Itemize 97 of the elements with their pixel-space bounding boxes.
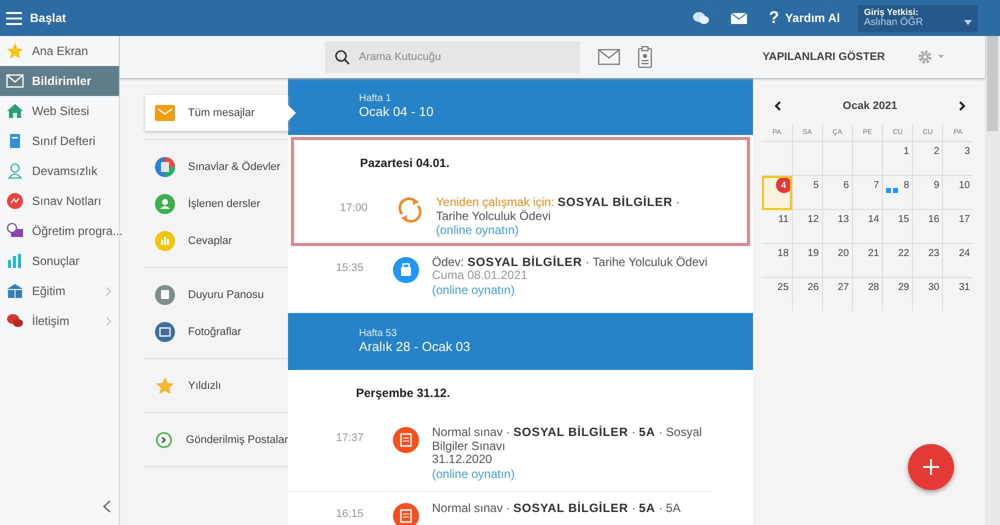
calendar-day[interactable]: 20 <box>822 244 852 278</box>
folder-item[interactable]: Yıldızlı <box>145 367 288 404</box>
folder-item[interactable]: Cevaplar <box>145 222 288 259</box>
entry-time: 17:37 <box>336 431 365 446</box>
sidebar-item[interactable]: Sınıf Defteri <box>0 126 119 156</box>
envelope-icon[interactable] <box>598 49 620 65</box>
menu-label[interactable]: Başlat <box>30 11 66 25</box>
bag-icon <box>392 256 420 284</box>
menu-icon[interactable] <box>6 12 22 24</box>
entry-text: Yeniden çalışmak için: SOSYAL BİLGİLER · Tarihe Yolculuk Ödevi <box>436 196 681 223</box>
plus-icon <box>923 459 939 475</box>
sidebar-item[interactable]: Bildirimler <box>0 66 119 96</box>
folder-item[interactable]: Sınavlar & Ödevler <box>145 148 288 185</box>
star-icon <box>6 42 24 60</box>
book-icon <box>6 282 24 300</box>
entry-date: 31.12.2020 <box>432 453 494 466</box>
help-button[interactable]: ? Yardım Al <box>768 8 840 28</box>
calendar-day[interactable]: 4 <box>762 176 792 210</box>
previous-month-icon[interactable] <box>774 101 781 111</box>
calendar-day[interactable]: 18 <box>762 244 792 278</box>
folder-item[interactable]: İşlenen dersler <box>145 185 288 222</box>
calendar-day[interactable]: 1 <box>882 142 913 176</box>
refresh-icon <box>396 196 424 224</box>
calendar-day[interactable]: 30 <box>912 278 943 311</box>
bar-chart-icon <box>155 230 175 250</box>
calendar-day[interactable]: 24 <box>942 244 973 278</box>
bar-chart-icon <box>6 252 24 270</box>
entry-text: Normal sınav · SOSYAL BİLGİLER · 5A · Sosyal Bilgiler Sınavı <box>432 426 703 453</box>
clipboard-icon[interactable] <box>638 46 652 68</box>
entry-time: 15:35 <box>336 260 365 276</box>
person-icon <box>155 194 175 214</box>
document-icon <box>155 156 175 176</box>
collapse-icon[interactable] <box>103 500 111 513</box>
calendar-day[interactable]: 11 <box>762 210 792 244</box>
calendar-day[interactable]: 14 <box>852 210 883 244</box>
calendar-day[interactable]: 31 <box>942 278 973 311</box>
week-header: Hafta 53 Aralık 28 - Ocak 03 <box>288 313 753 370</box>
add-button[interactable] <box>908 444 954 490</box>
calendar-day[interactable]: 3 <box>942 142 973 176</box>
calendar-day[interactable]: 23 <box>912 244 943 278</box>
calendar-day[interactable]: 5 <box>792 176 822 210</box>
calendar-day[interactable]: 15 <box>882 210 913 244</box>
calendar-day[interactable]: 12 <box>792 210 822 244</box>
sidebar-item[interactable]: Sonuçlar <box>0 246 119 276</box>
calendar-day[interactable]: 22 <box>882 244 913 278</box>
calendar-day[interactable]: 19 <box>792 244 822 278</box>
chat-bubbles-icon <box>6 312 24 330</box>
day-heading: Pazartesi 04.01. <box>359 155 450 172</box>
calendar-day[interactable]: 17 <box>942 210 973 244</box>
document-icon <box>392 426 420 454</box>
entry-time: 16:15 <box>336 507 365 522</box>
calendar-day[interactable]: 28 <box>852 278 883 311</box>
calendar-day[interactable]: 26 <box>792 278 822 311</box>
show-done-button[interactable]: YAPILANLARI GÖSTER <box>758 47 889 67</box>
next-month-icon[interactable] <box>959 101 966 111</box>
scrollbar-thumb[interactable] <box>987 36 998 131</box>
calendar-month: Ocak 2021 <box>842 100 898 112</box>
sidebar-item[interactable]: Web Sitesi <box>0 96 119 126</box>
star-icon <box>155 376 175 396</box>
chart-icon <box>6 192 24 210</box>
week-header: Hafta 1 Ocak 04 - 10 <box>288 78 753 135</box>
envelope-icon <box>155 103 175 123</box>
today-badge: 4 <box>776 177 792 193</box>
folder-item[interactable]: Gönderilmiş Postalar <box>145 421 288 458</box>
user-dropdown[interactable]: Giriş Yetkisi: Aslıhan ÖĞR <box>858 4 978 32</box>
calendar-day[interactable]: 21 <box>852 244 883 278</box>
search-field[interactable]: Arama Kutucuğu <box>325 41 580 73</box>
folder-item[interactable]: Duyuru Panosu <box>145 276 288 313</box>
calendar-day[interactable]: 13 <box>822 210 852 244</box>
calendar-day[interactable]: 25 <box>762 278 792 311</box>
caret-icon <box>964 20 972 24</box>
day-heading: Perşembe 31.12. <box>355 385 452 402</box>
sidebar-item[interactable]: Devamsızlık <box>0 156 119 186</box>
sidebar-item[interactable]: Sınav Notları <box>0 186 119 216</box>
calendar-day[interactable]: 6 <box>822 176 852 210</box>
sidebar-item[interactable]: Eğitim <box>0 276 119 306</box>
calendar-day[interactable]: 9 <box>912 176 943 210</box>
folder-item[interactable]: Fotoğraflar <box>145 313 288 350</box>
envelope-icon[interactable] <box>730 12 747 24</box>
chat-icon[interactable] <box>692 10 709 26</box>
entry-text: Normal sınav · SOSYAL BİLGİLER · 5A · 5A <box>432 502 682 516</box>
calendar-day[interactable]: 29 <box>882 278 913 311</box>
envelope-icon <box>6 72 24 90</box>
entry-time: 17:00 <box>340 201 369 216</box>
house-icon <box>6 102 24 120</box>
entry-text: Ödev: SOSYAL BİLGİLER · Tarihe Yolculuk Ödevi <box>432 256 708 269</box>
calendar-day[interactable]: 8 <box>882 176 913 210</box>
sidebar-item[interactable]: Ana Ekran <box>0 36 119 66</box>
picture-icon <box>155 322 175 342</box>
sidebar-item[interactable]: İletişim <box>0 306 119 336</box>
calendar-day[interactable]: 7 <box>852 176 883 210</box>
person-icon <box>6 162 24 180</box>
calendar-day[interactable]: 10 <box>942 176 973 210</box>
calendar-day[interactable]: 2 <box>912 142 943 176</box>
calendar-day[interactable]: 16 <box>912 210 943 244</box>
calendar-day[interactable]: 27 <box>822 278 852 311</box>
entry-date: Cuma 08.01.2021 <box>432 269 528 282</box>
